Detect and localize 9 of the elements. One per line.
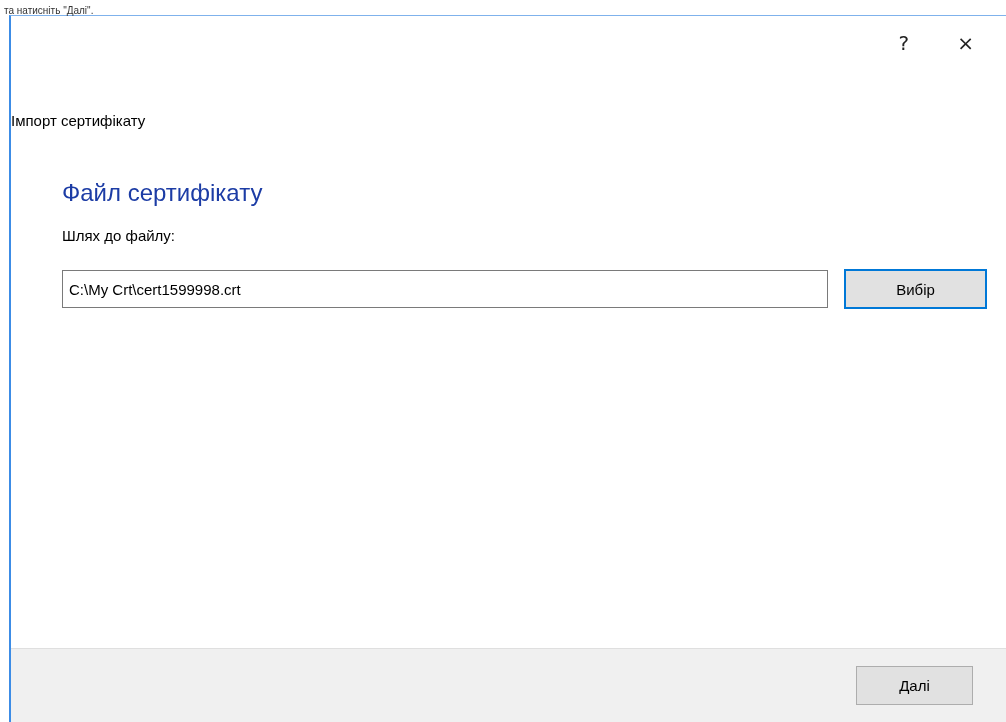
field-label: Шлях до файлу: (62, 227, 177, 244)
instruction-text: та натисніть "Далі". (4, 5, 94, 16)
next-button[interactable]: Далі (856, 666, 973, 705)
help-button[interactable]: ? (894, 30, 914, 56)
dialog-title: Імпорт сертифікату (11, 112, 147, 129)
section-heading: Файл сертифікату (62, 179, 264, 207)
close-button[interactable]: × (953, 30, 978, 56)
browse-button[interactable]: Вибір (844, 269, 987, 309)
path-field[interactable]: C:\My Crt\cert1599998.crt (62, 270, 828, 308)
